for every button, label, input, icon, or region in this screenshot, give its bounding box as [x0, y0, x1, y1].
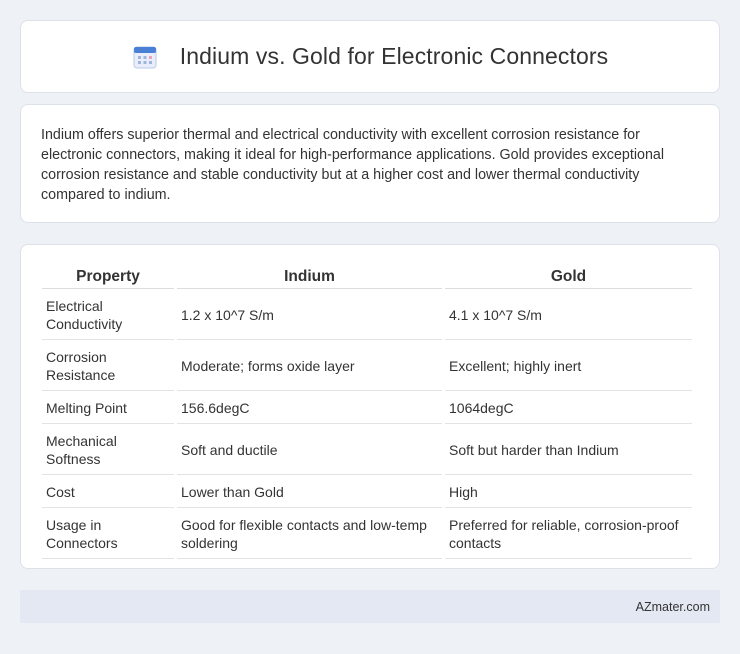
table-row: Mechanical Softness Soft and ductile Sof… [42, 426, 692, 475]
cell-property: Mechanical Softness [42, 426, 174, 475]
header-gold: Gold [445, 264, 692, 289]
cell-property: Usage in Connectors [42, 510, 174, 559]
calendar-icon [132, 44, 158, 70]
footer-site-link[interactable]: AZmater.com [636, 600, 710, 614]
header-property: Property [42, 264, 174, 289]
comparison-table: Property Indium Gold Electrical Conducti… [39, 262, 695, 561]
cell-indium: Moderate; forms oxide layer [177, 342, 442, 391]
table-row: Cost Lower than Gold High [42, 477, 692, 508]
cell-indium: Lower than Gold [177, 477, 442, 508]
cell-indium: 1.2 x 10^7 S/m [177, 291, 442, 340]
cell-indium: Good for flexible contacts and low-temp … [177, 510, 442, 559]
summary-text: Indium offers superior thermal and elect… [41, 127, 665, 203]
cell-gold: Excellent; highly inert [445, 342, 692, 391]
cell-property: Melting Point [42, 393, 174, 424]
cell-gold: 4.1 x 10^7 S/m [445, 291, 692, 340]
summary-card: Indium offers superior thermal and elect… [20, 104, 720, 223]
header-indium: Indium [177, 264, 442, 289]
footer: AZmater.com [20, 590, 720, 623]
cell-gold: Soft but harder than Indium [445, 426, 692, 475]
cell-gold: Preferred for reliable, corrosion-proof … [445, 510, 692, 559]
table-row: Melting Point 156.6degC 1064degC [42, 393, 692, 424]
page-title: Indium vs. Gold for Electronic Connector… [179, 43, 609, 69]
cell-gold: 1064degC [445, 393, 692, 424]
cell-property: Cost [42, 477, 174, 508]
cell-indium: 156.6degC [177, 393, 442, 424]
table-row: Usage in Connectors Good for flexible co… [42, 510, 692, 559]
cell-property: Corrosion Resistance [42, 342, 174, 391]
table-header-row: Property Indium Gold [42, 264, 692, 289]
comparison-table-card: Property Indium Gold Electrical Conducti… [20, 244, 720, 569]
title-card: Indium vs. Gold for Electronic Connector… [20, 20, 720, 93]
table-row: Corrosion Resistance Moderate; forms oxi… [42, 342, 692, 391]
table-row: Electrical Conductivity 1.2 x 10^7 S/m 4… [42, 291, 692, 340]
cell-indium: Soft and ductile [177, 426, 442, 475]
cell-gold: High [445, 477, 692, 508]
cell-property: Electrical Conductivity [42, 291, 174, 340]
